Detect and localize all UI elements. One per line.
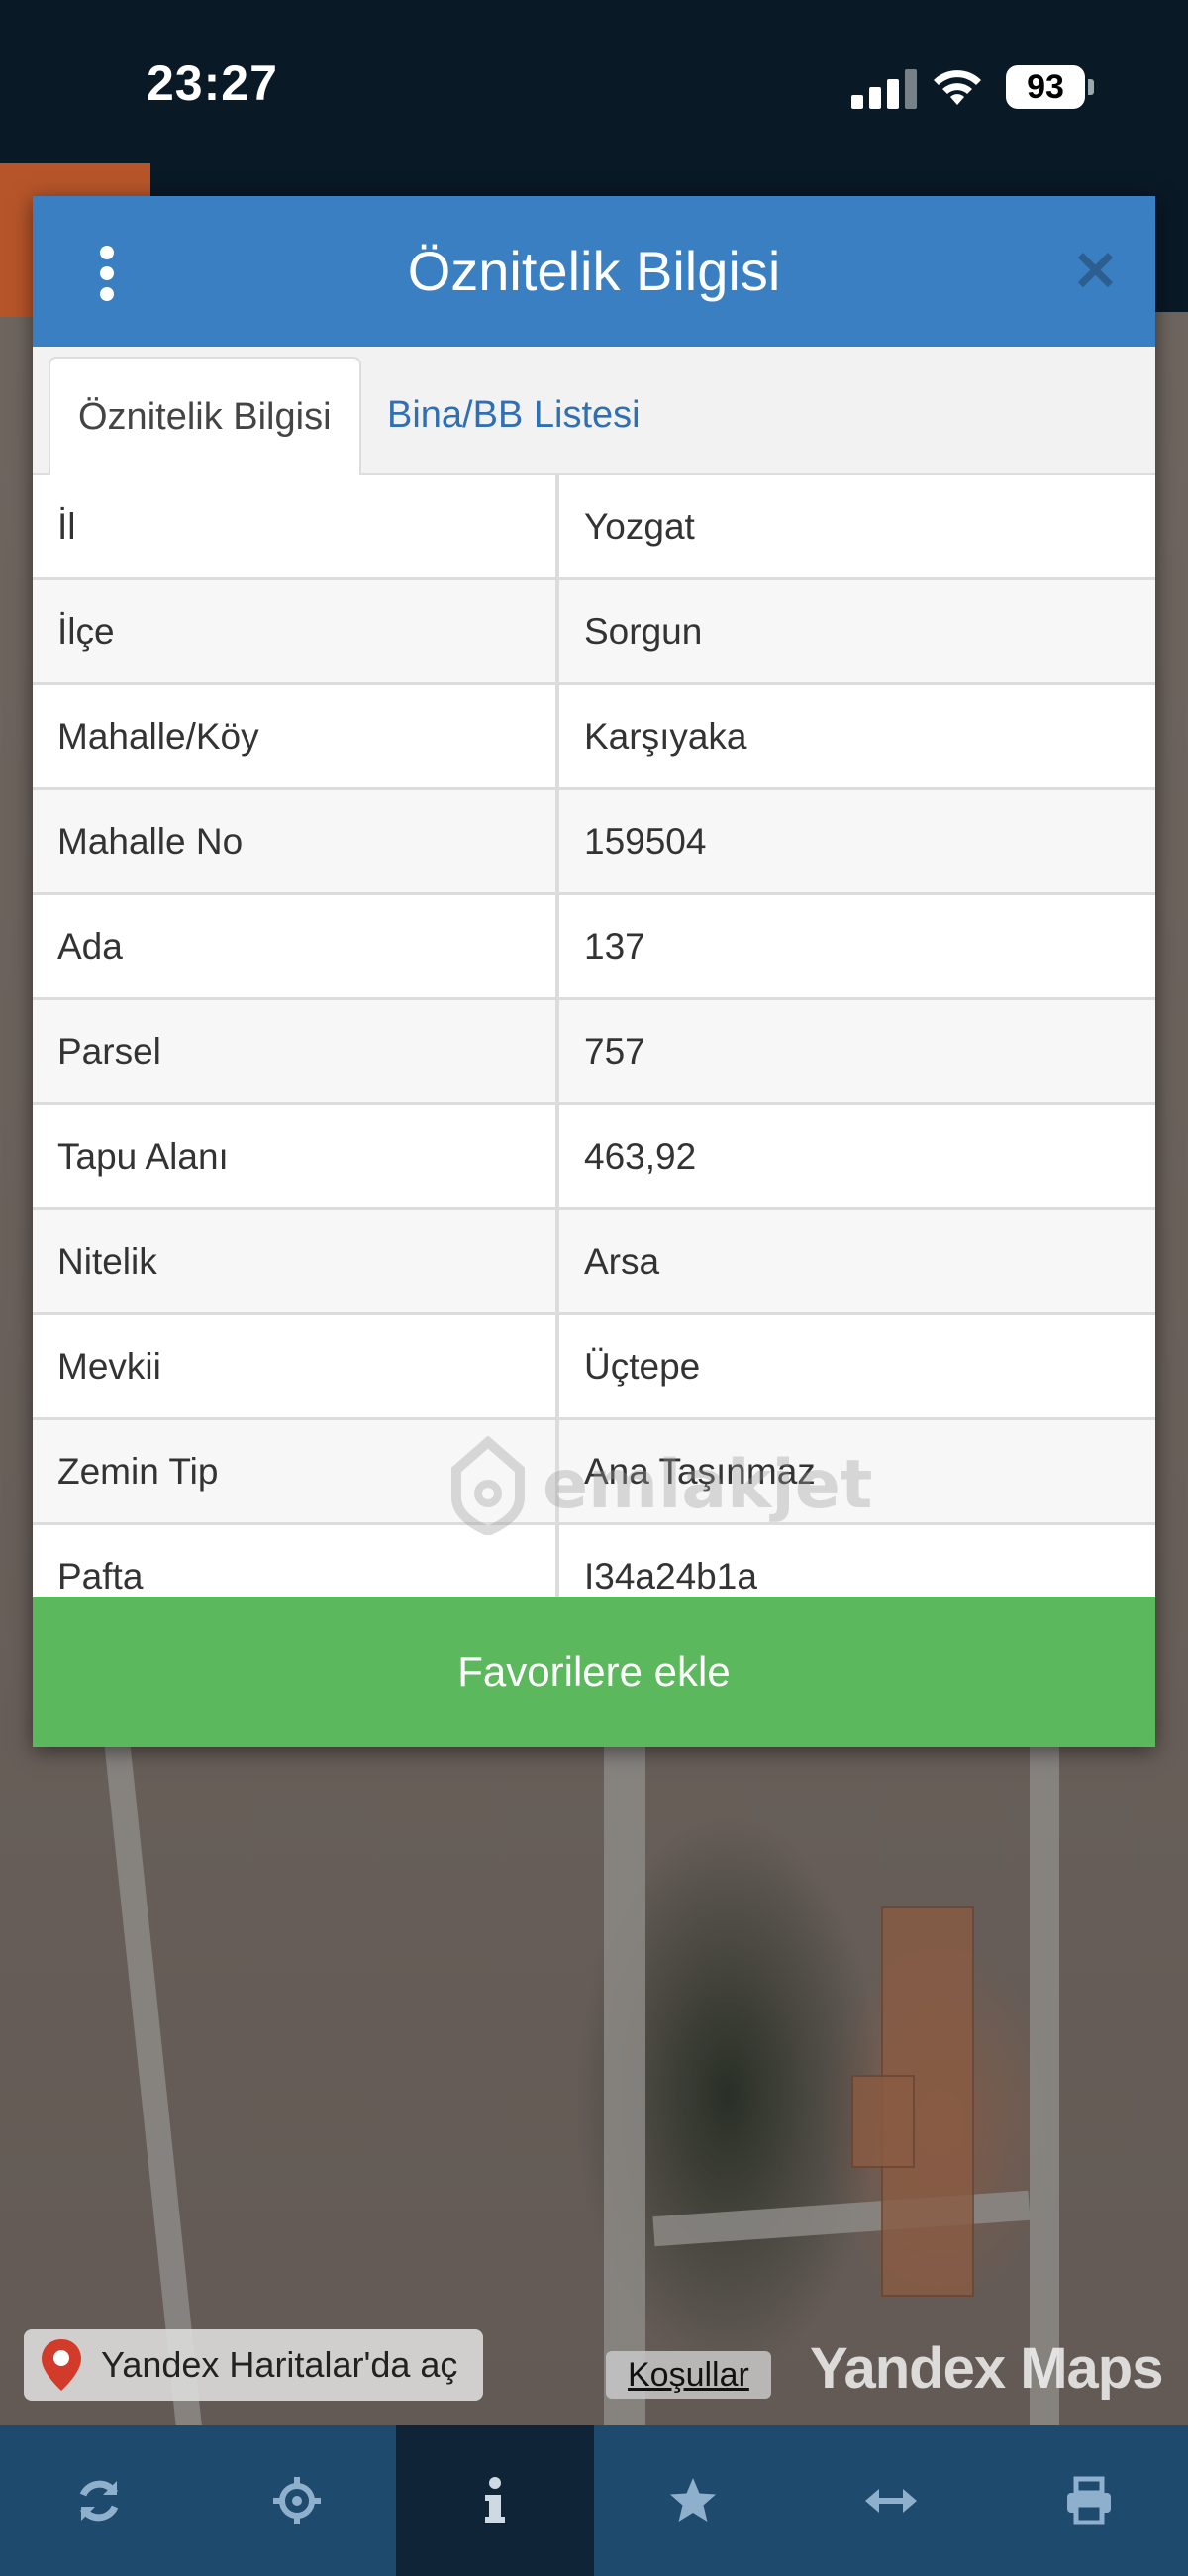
refresh-icon[interactable] — [0, 2425, 198, 2576]
row-value: Karşıyaka — [584, 716, 747, 757]
dialog-title: Öznitelik Bilgisi — [407, 240, 781, 302]
row-key: Nitelik — [33, 1210, 559, 1312]
map-road — [100, 1708, 203, 2425]
table-row: İl Yozgat — [33, 475, 1155, 580]
row-value: Sorgun — [584, 611, 703, 652]
yandex-maps-logo: Yandex Maps — [810, 2336, 1163, 2401]
map-building — [851, 2075, 915, 2168]
table-row: Nitelik Arsa — [33, 1210, 1155, 1315]
close-icon[interactable]: ✕ — [1072, 238, 1119, 305]
row-key: Mevkii — [33, 1315, 559, 1417]
table-row: Mahalle No 159504 — [33, 790, 1155, 895]
crosshair-icon[interactable] — [198, 2425, 396, 2576]
table-row: İlçe Sorgun — [33, 580, 1155, 685]
dialog-header: Öznitelik Bilgisi ✕ — [33, 196, 1155, 347]
battery-tip — [1088, 79, 1094, 95]
table-row: Ada 137 — [33, 895, 1155, 1000]
row-key: Zemin Tip — [33, 1420, 559, 1522]
table-row: Tapu Alanı 463,92 — [33, 1105, 1155, 1210]
row-value: 463,92 — [584, 1136, 697, 1177]
add-favorite-button[interactable]: Favorilere ekle — [33, 1597, 1155, 1747]
open-yandex-maps-button[interactable]: Yandex Haritalar'da aç — [24, 2329, 483, 2401]
table-row: Zemin Tip Ana Taşınmaz — [33, 1420, 1155, 1525]
measure-icon[interactable] — [792, 2425, 990, 2576]
row-key: İlçe — [33, 580, 559, 682]
map-pin-icon — [42, 2339, 81, 2391]
tab-building-list[interactable]: Bina/BB Listesi — [359, 357, 668, 473]
row-value: Üçtepe — [584, 1346, 701, 1387]
bottom-toolbar — [0, 2425, 1188, 2576]
cellular-signal-icon — [851, 69, 921, 109]
table-row: Mevkii Üçtepe — [33, 1315, 1155, 1420]
attribute-table: İl Yozgat İlçe Sorgun Mahalle/Köy Karşıyaka… — [33, 475, 1155, 1630]
row-key: Tapu Alanı — [33, 1105, 559, 1207]
battery-indicator: 93 — [1006, 65, 1085, 109]
map-road — [1030, 1708, 1059, 2425]
row-key: Mahalle/Köy — [33, 685, 559, 787]
row-value: Yozgat — [584, 506, 695, 547]
print-icon[interactable] — [990, 2425, 1188, 2576]
wifi-icon — [934, 70, 981, 105]
status-bar: 23:27 93 — [0, 0, 1188, 163]
terms-link[interactable]: Koşullar — [606, 2351, 771, 2399]
star-icon[interactable] — [594, 2425, 792, 2576]
open-yandex-label: Yandex Haritalar'da aç — [101, 2344, 458, 2385]
row-key: Mahalle No — [33, 790, 559, 892]
map-road — [604, 1708, 645, 2425]
table-row: Parsel 757 — [33, 1000, 1155, 1105]
status-time: 23:27 — [147, 55, 278, 111]
row-key: Ada — [33, 895, 559, 997]
tab-bar: Öznitelik Bilgisi Bina/BB Listesi — [33, 347, 1155, 475]
row-value: 757 — [584, 1031, 645, 1072]
row-value: 159504 — [584, 821, 707, 862]
row-value: 137 — [584, 926, 645, 967]
row-key: Parsel — [33, 1000, 559, 1102]
row-value: Ana Taşınmaz — [584, 1451, 816, 1492]
attribute-dialog: Öznitelik Bilgisi ✕ Öznitelik Bilgisi Bi… — [33, 196, 1155, 1747]
row-key: İl — [33, 475, 559, 577]
table-row: Mahalle/Köy Karşıyaka — [33, 685, 1155, 790]
tab-attribute-info[interactable]: Öznitelik Bilgisi — [49, 357, 361, 475]
row-value: Arsa — [584, 1241, 660, 1282]
info-icon[interactable] — [396, 2425, 594, 2576]
